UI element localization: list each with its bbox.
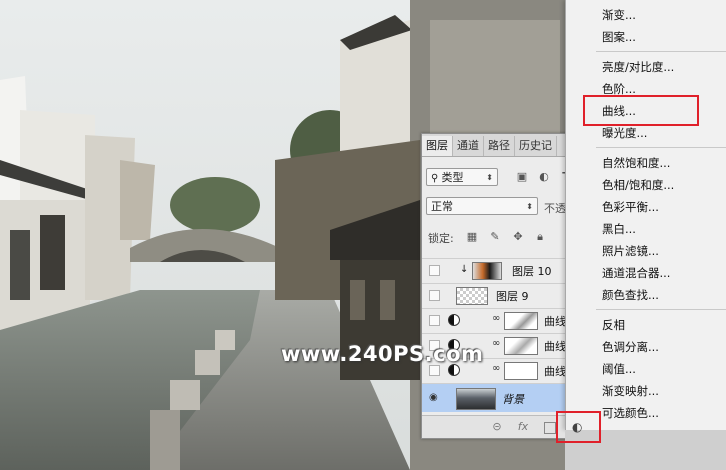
menu-item-gradient[interactable]: 渐变...	[566, 5, 726, 25]
watermark: www.240PS.com	[281, 342, 484, 366]
menu-item-posterize[interactable]: 色调分离...	[566, 337, 726, 357]
lock-transparency-icon[interactable]: ▦	[466, 231, 478, 243]
curves-adjustment-icon	[448, 314, 460, 326]
lock-pixels-brush-icon[interactable]: ✎	[489, 231, 501, 243]
layer-thumbnail	[472, 262, 502, 280]
adjustment-menu: 渐变... 图案... 亮度/对比度... 色阶... 曲线... 曝光度...…	[565, 0, 726, 430]
layer-name[interactable]: 曲线	[544, 338, 566, 354]
layer-thumbnail	[456, 388, 496, 410]
search-icon: ⚲	[431, 173, 442, 184]
menu-item-hue-saturation[interactable]: 色相/饱和度...	[566, 175, 726, 195]
link-icon[interactable]: ∞	[492, 338, 500, 349]
curves-highlight-box	[583, 95, 699, 126]
layer-name[interactable]: 曲线	[544, 363, 566, 379]
menu-item-photo-filter[interactable]: 照片滤镜...	[566, 241, 726, 261]
layer-name[interactable]: 图层 10	[512, 263, 552, 279]
adjustment-layer-icon[interactable]: ◐	[572, 420, 582, 434]
layer-mask-thumbnail	[504, 337, 538, 355]
layer-mask-thumbnail	[504, 362, 538, 380]
eye-icon[interactable]: ◉	[429, 392, 441, 404]
menu-item-exposure[interactable]: 曝光度...	[566, 123, 726, 143]
link-icon[interactable]: ⊝	[490, 420, 504, 434]
menu-separator	[596, 147, 726, 148]
menu-item-brightness-contrast[interactable]: 亮度/对比度...	[566, 57, 726, 77]
menu-item-threshold[interactable]: 阈值...	[566, 359, 726, 379]
tab-channels[interactable]: 通道	[453, 136, 484, 156]
menu-separator	[596, 51, 726, 52]
opacity-label: 不透	[544, 202, 566, 215]
menu-item-color-balance[interactable]: 色彩平衡...	[566, 197, 726, 217]
tab-paths[interactable]: 路径	[484, 136, 515, 156]
chevron-updown-icon: ⬍	[526, 202, 533, 211]
menu-item-gradient-map[interactable]: 渐变映射...	[566, 381, 726, 401]
lock-all-icon[interactable]: 🔒︎	[534, 231, 546, 243]
clip-arrow-icon: ↓	[460, 264, 469, 275]
filter-kind-select[interactable]: ⚲ 类型 ⬍	[426, 168, 498, 186]
menu-separator	[596, 309, 726, 310]
menu-item-pattern[interactable]: 图案...	[566, 27, 726, 47]
layer-mask-thumbnail	[504, 312, 538, 330]
lock-label: 锁定:	[428, 232, 454, 245]
visibility-toggle[interactable]	[429, 290, 440, 301]
tab-layers[interactable]: 图层	[422, 136, 453, 156]
tab-history[interactable]: 历史记	[515, 136, 557, 156]
layer-name[interactable]: 曲线	[544, 313, 566, 329]
blend-mode-label: 正常	[431, 200, 453, 213]
visibility-toggle[interactable]	[429, 315, 440, 326]
visibility-toggle[interactable]	[429, 265, 440, 276]
link-icon[interactable]: ∞	[492, 363, 500, 374]
menu-item-color-lookup[interactable]: 颜色查找...	[566, 285, 726, 305]
menu-item-channel-mixer[interactable]: 通道混合器...	[566, 263, 726, 283]
layer-name[interactable]: 背景	[502, 391, 524, 407]
fx-icon[interactable]: fx	[516, 420, 530, 434]
visibility-toggle[interactable]	[429, 365, 440, 376]
chevron-updown-icon: ⬍	[486, 173, 493, 182]
layer-name[interactable]: 图层 9	[496, 288, 529, 304]
filter-kind-label: 类型	[441, 171, 464, 184]
layer-thumbnail	[456, 287, 488, 305]
menu-item-invert[interactable]: 反相	[566, 315, 726, 335]
lock-position-icon[interactable]: ✥	[512, 231, 524, 243]
mask-icon[interactable]	[544, 422, 556, 434]
adjustment-filter-icon[interactable]: ◐	[538, 171, 550, 183]
menu-item-black-white[interactable]: 黑白...	[566, 219, 726, 239]
blend-mode-select[interactable]: 正常 ⬍	[426, 197, 538, 215]
menu-item-vibrance[interactable]: 自然饱和度...	[566, 153, 726, 173]
link-icon[interactable]: ∞	[492, 313, 500, 324]
pixel-filter-icon[interactable]: ▣	[516, 171, 528, 183]
